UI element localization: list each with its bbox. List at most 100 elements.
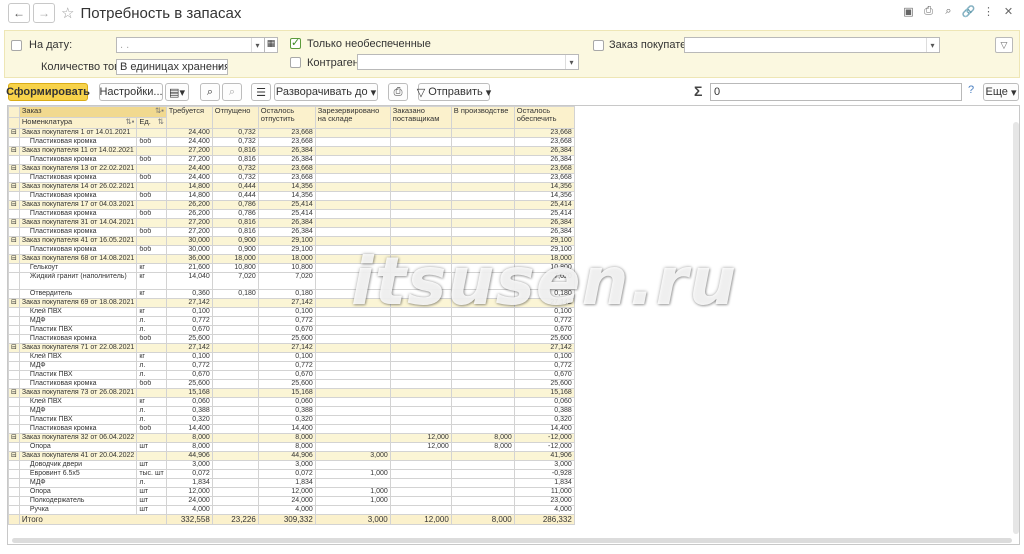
table-row[interactable]: Пластиковая кромка боб 24,400 0,732 23,668 23…: [8, 137, 575, 147]
variants-button[interactable]: ▤▾: [165, 83, 189, 101]
group-row[interactable]: ⊟ Заказ покупателя 31 от 14.04.2021 27,200…: [8, 218, 575, 228]
table-row[interactable]: Полкодержатель шт 24,000 24,000 1,000 23,000: [8, 496, 575, 506]
link-icon[interactable]: 🔗: [961, 4, 976, 19]
group-row[interactable]: ⊟ Заказ покупателя 1 от 14.01.2021 24,400 0…: [8, 128, 575, 138]
table-row[interactable]: Пластиковая кромка боб 14,800 0,444 14,356 14…: [8, 191, 575, 201]
group-row[interactable]: ⊟ Заказ покупателя 11 от 14.02.2021 27,200…: [8, 146, 575, 156]
collapse-toggle[interactable]: ⊟: [8, 388, 20, 398]
group-row[interactable]: ⊟ Заказ покупателя 32 от 06.04.2022 8,000 8…: [8, 433, 575, 443]
table-row[interactable]: Пластик ПВХ л. 0,670 0,670 0,670: [8, 325, 575, 335]
only-unsecured-checkbox[interactable]: [290, 36, 301, 49]
expand-to-button[interactable]: Разворачивать до ▾: [274, 83, 378, 101]
customer-order-field[interactable]: [684, 37, 940, 53]
forward-button[interactable]: →: [33, 3, 55, 23]
table-row[interactable]: Пластиковая кромка боб 27,200 0,816 26,384 26…: [8, 227, 575, 237]
col-nomenclature[interactable]: Номенклатура ⇅▪: [18, 117, 138, 129]
sum-field[interactable]: 0: [710, 83, 962, 101]
table-row[interactable]: Клей ПВХ кг 0,100 0,100 0,100: [8, 352, 575, 362]
horizontal-scrollbar[interactable]: [12, 538, 1012, 543]
collapse-toggle[interactable]: ⊟: [8, 128, 20, 138]
send-button[interactable]: ▽ Отправить ▾: [417, 83, 491, 101]
table-row[interactable]: Пластиковая кромка боб 27,200 0,816 26,384 26…: [8, 155, 575, 165]
collapse-toggle[interactable]: ⊟: [8, 236, 20, 246]
help-icon[interactable]: ?: [968, 84, 974, 96]
group-row[interactable]: ⊟ Заказ покупателя 41 от 20.04.2022 44,906…: [8, 451, 575, 461]
search-icon[interactable]: ⌕: [941, 4, 956, 19]
collapse-toggle[interactable]: ⊟: [8, 433, 20, 443]
report-grid[interactable]: Заказ ⇅▪ Требуется Отпущено Осталось отпу…: [7, 105, 1020, 545]
col-unit[interactable]: Ед. ⇅: [136, 117, 167, 129]
collapse-toggle[interactable]: ⊟: [8, 200, 20, 210]
group-row[interactable]: ⊟ Заказ покупателя 13 от 22.02.2021 24,400…: [8, 164, 575, 174]
table-row[interactable]: Клей ПВХ кг 0,060 0,060 0,060: [8, 397, 575, 407]
table-row[interactable]: Пластиковая кромка боб 25,600 25,600 25,600: [8, 379, 575, 389]
table-row[interactable]: Евровинт 6.5х5 тыс. шт 0,072 0,072 1,000 -0,9…: [8, 469, 575, 479]
col-required[interactable]: Требуется: [165, 106, 213, 129]
table-row[interactable]: Пластиковая кромка боб 25,600 25,600 25,600: [8, 334, 575, 344]
table-row[interactable]: МДФ л. 0,772 0,772 0,772: [8, 361, 575, 371]
table-row[interactable]: Пластик ПВХ л. 0,670 0,670 0,670: [8, 370, 575, 380]
cell-unit: шт: [136, 487, 167, 497]
counterparty-dropdown-icon[interactable]: ▾: [565, 55, 577, 69]
more-vert-icon[interactable]: ⋮: [981, 4, 996, 19]
col-released[interactable]: Отпущено: [211, 106, 259, 129]
sort-button[interactable]: ☰: [251, 83, 271, 101]
table-row[interactable]: Опора шт 12,000 12,000 1,000 11,000: [8, 487, 575, 497]
table-row[interactable]: МДФ л. 1,834 1,834 1,834: [8, 478, 575, 488]
qty-select[interactable]: В единицах хранения: [116, 59, 228, 75]
counterparty-field[interactable]: [357, 54, 579, 70]
col-remain-release[interactable]: Осталось отпустить: [257, 106, 316, 129]
collapse-toggle[interactable]: ⊟: [8, 218, 20, 228]
cell-remain-release: 0,180: [257, 289, 316, 299]
date-field[interactable]: . .: [116, 37, 265, 53]
group-row[interactable]: ⊟ Заказ покупателя 73 от 26.08.2021 15,168…: [8, 388, 575, 398]
print-icon[interactable]: ⎙: [921, 4, 936, 19]
col-reserved[interactable]: Зарезервировано на складе: [314, 106, 391, 129]
collapse-toggle[interactable]: ⊟: [8, 254, 20, 264]
collapse-toggle[interactable]: ⊟: [8, 343, 20, 353]
collapse-toggle[interactable]: ⊟: [8, 298, 20, 308]
date-dropdown-icon[interactable]: ▾: [251, 38, 263, 52]
close-icon[interactable]: ✕: [1001, 4, 1016, 19]
table-row[interactable]: Пластик ПВХ л. 0,320 0,320 0,320: [8, 415, 575, 425]
print-button[interactable]: ⎙: [388, 83, 408, 101]
table-row[interactable]: МДФ л. 0,388 0,388 0,388: [8, 406, 575, 416]
cell-required: 0,670: [165, 370, 213, 380]
settings-button[interactable]: Настройки...: [99, 83, 163, 101]
collapse-toggle[interactable]: ⊟: [8, 182, 20, 192]
col-order[interactable]: Заказ ⇅▪: [18, 106, 167, 118]
find-button[interactable]: ⌕: [200, 83, 220, 101]
collapse-toggle[interactable]: ⊟: [8, 146, 20, 156]
table-row[interactable]: Пластиковая кромка боб 24,400 0,732 23,668 23…: [8, 173, 575, 183]
save-icon[interactable]: ▣: [901, 4, 916, 19]
back-button[interactable]: ←: [8, 3, 30, 23]
customer-order-checkbox[interactable]: [593, 40, 604, 51]
customer-order-dropdown-icon[interactable]: ▾: [926, 38, 938, 52]
cancel-search-button[interactable]: ⌕: [222, 83, 242, 101]
qty-dropdown-icon[interactable]: ▾: [214, 60, 226, 74]
col-ordered-suppliers[interactable]: Заказано поставщикам: [389, 106, 452, 129]
table-row[interactable]: Опора шт 8,000 8,000 12,000 8,000 -12,000: [8, 442, 575, 452]
collapse-toggle[interactable]: ⊟: [8, 451, 20, 461]
vertical-scrollbar[interactable]: [1013, 122, 1019, 534]
col-remain-secure[interactable]: Осталось обеспечить: [513, 106, 575, 129]
date-checkbox[interactable]: [11, 40, 22, 51]
table-row[interactable]: Пластиковая кромка боб 26,200 0,786 25,414 25…: [8, 209, 575, 219]
star-icon[interactable]: ☆: [61, 4, 74, 22]
col-in-production[interactable]: В производстве: [450, 106, 515, 129]
calendar-icon[interactable]: ▦: [264, 37, 278, 53]
table-row[interactable]: Ручка шт 4,000 4,000 4,000: [8, 505, 575, 515]
table-row[interactable]: Доводчик двери шт 3,000 3,000 3,000: [8, 460, 575, 470]
group-row[interactable]: ⊟ Заказ покупателя 14 от 26.02.2021 14,800…: [8, 182, 575, 192]
collapse-toggle[interactable]: ⊟: [8, 164, 20, 174]
more-button[interactable]: Еще ▾: [983, 83, 1019, 101]
group-row[interactable]: ⊟ Заказ покупателя 71 от 22.08.2021 27,142…: [8, 343, 575, 353]
group-row[interactable]: ⊟ Заказ покупателя 17 от 04.03.2021 26,200…: [8, 200, 575, 210]
cell-in-production: [450, 155, 515, 165]
generate-button[interactable]: Сформировать: [6, 83, 90, 101]
cell-name: Ручка: [18, 505, 138, 515]
table-row[interactable]: Пластиковая кромка боб 14,400 14,400 14,400: [8, 424, 575, 434]
cell-name: Пластиковая кромка: [18, 227, 138, 237]
counterparty-checkbox[interactable]: [290, 57, 301, 68]
filter-icon[interactable]: ▽: [995, 37, 1013, 53]
